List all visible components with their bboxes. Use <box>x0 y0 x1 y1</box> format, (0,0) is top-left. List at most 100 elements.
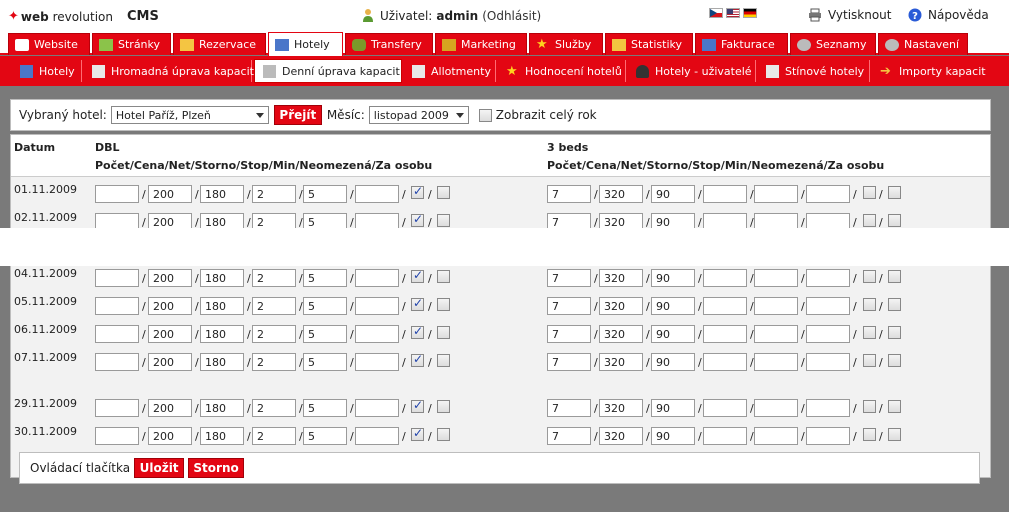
whole-year-checkbox[interactable] <box>478 108 492 122</box>
tb-stop-input[interactable] <box>754 269 798 287</box>
dbl-price-input[interactable]: 200 <box>148 325 192 343</box>
help-link[interactable]: ? Nápověda <box>908 8 989 22</box>
tb-count-input[interactable]: 7 <box>547 399 591 417</box>
tab-nastaveni[interactable]: Nastavení <box>878 33 968 55</box>
dbl-net-input[interactable]: 180 <box>200 353 244 371</box>
tb-min-input[interactable] <box>806 185 850 203</box>
tab-website[interactable]: Website <box>8 33 90 55</box>
tb-min-input[interactable] <box>806 399 850 417</box>
tb-net-input[interactable]: 90 <box>651 325 695 343</box>
dbl-min-input[interactable] <box>355 427 399 445</box>
dbl-storno-input[interactable]: 2 <box>252 427 296 445</box>
tb-stop-input[interactable] <box>754 427 798 445</box>
dbl-unlimited-checkbox[interactable] <box>411 184 424 199</box>
tb-price-input[interactable]: 320 <box>599 269 643 287</box>
tb-unlimited-checkbox[interactable] <box>863 214 876 227</box>
tb-net-input[interactable]: 90 <box>651 185 695 203</box>
tb-per-person-checkbox[interactable] <box>888 428 901 441</box>
de-flag-icon[interactable] <box>743 8 757 18</box>
dbl-unlimited-checkbox[interactable] <box>411 324 424 339</box>
dbl-count-input[interactable] <box>95 427 139 445</box>
tb-stop-input[interactable] <box>754 325 798 343</box>
dbl-count-input[interactable] <box>95 269 139 287</box>
tb-per-person-checkbox[interactable] <box>888 270 901 283</box>
subtab-hotely[interactable]: Hotely <box>12 60 82 82</box>
tb-unlimited-checkbox[interactable] <box>863 298 876 311</box>
dbl-net-input[interactable]: 180 <box>200 269 244 287</box>
dbl-net-input[interactable]: 180 <box>200 427 244 445</box>
tb-count-input[interactable]: 7 <box>547 269 591 287</box>
dbl-storno-input[interactable]: 2 <box>252 325 296 343</box>
tb-net-input[interactable]: 90 <box>651 353 695 371</box>
dbl-stop-input[interactable]: 5 <box>303 269 347 287</box>
tb-stop-input[interactable] <box>754 353 798 371</box>
save-button[interactable]: Uložit <box>134 458 185 478</box>
dbl-stop-input[interactable]: 5 <box>303 399 347 417</box>
cz-flag-icon[interactable] <box>709 8 723 18</box>
tb-unlimited-checkbox[interactable] <box>863 186 876 199</box>
tab-sluzby[interactable]: ★ Služby <box>529 33 603 55</box>
tb-unlimited-checkbox[interactable] <box>863 326 876 339</box>
dbl-min-input[interactable] <box>355 399 399 417</box>
month-select[interactable]: listopad 2009 <box>368 106 469 124</box>
subtab-hromadna-uprava[interactable]: Hromadná úprava kapacit <box>84 60 254 82</box>
subtab-stinove-hotely[interactable]: Stínové hotely <box>758 60 870 82</box>
logout-link[interactable]: (Odhlásit) <box>482 9 541 23</box>
tb-storno-input[interactable] <box>703 325 747 343</box>
tb-count-input[interactable]: 7 <box>547 353 591 371</box>
dbl-stop-input[interactable]: 5 <box>303 185 347 203</box>
tb-net-input[interactable]: 90 <box>651 269 695 287</box>
tab-seznamy[interactable]: Seznamy <box>790 33 876 55</box>
tab-hotely[interactable]: Hotely <box>268 32 343 56</box>
dbl-storno-input[interactable]: 2 <box>252 297 296 315</box>
dbl-unlimited-checkbox[interactable] <box>411 426 424 441</box>
tab-fakturace[interactable]: Fakturace <box>695 33 788 55</box>
subtab-allotmenty[interactable]: Allotmenty <box>404 60 496 82</box>
dbl-per-person-checkbox[interactable] <box>437 298 450 311</box>
tb-net-input[interactable]: 90 <box>651 399 695 417</box>
tb-price-input[interactable]: 320 <box>599 427 643 445</box>
tb-per-person-checkbox[interactable] <box>888 186 901 199</box>
subtab-hotely-uzivatele[interactable]: Hotely - uživatelé <box>628 60 756 82</box>
tb-price-input[interactable]: 320 <box>599 297 643 315</box>
tb-stop-input[interactable] <box>754 399 798 417</box>
tb-net-input[interactable]: 90 <box>651 427 695 445</box>
subtab-denni-uprava[interactable]: Denní úprava kapacit <box>254 59 402 83</box>
dbl-count-input[interactable] <box>95 297 139 315</box>
tb-per-person-checkbox[interactable] <box>888 400 901 413</box>
tab-stranky[interactable]: Stránky <box>92 33 171 55</box>
dbl-price-input[interactable]: 200 <box>148 427 192 445</box>
tb-min-input[interactable] <box>806 297 850 315</box>
dbl-per-person-checkbox[interactable] <box>437 400 450 413</box>
tb-count-input[interactable]: 7 <box>547 325 591 343</box>
tb-min-input[interactable] <box>806 325 850 343</box>
tb-net-input[interactable]: 90 <box>651 297 695 315</box>
tb-storno-input[interactable] <box>703 297 747 315</box>
hotel-select[interactable]: Hotel Paříž, Plzeň <box>110 106 269 124</box>
dbl-net-input[interactable]: 180 <box>200 325 244 343</box>
dbl-unlimited-checkbox[interactable] <box>411 212 424 227</box>
tb-stop-input[interactable] <box>754 297 798 315</box>
dbl-price-input[interactable]: 200 <box>148 185 192 203</box>
tb-per-person-checkbox[interactable] <box>888 326 901 339</box>
tb-per-person-checkbox[interactable] <box>888 214 901 227</box>
tab-transfery[interactable]: Transfery <box>345 33 433 55</box>
dbl-storno-input[interactable]: 2 <box>252 353 296 371</box>
dbl-storno-input[interactable]: 2 <box>252 185 296 203</box>
tb-storno-input[interactable] <box>703 353 747 371</box>
dbl-price-input[interactable]: 200 <box>148 297 192 315</box>
tb-unlimited-checkbox[interactable] <box>863 428 876 441</box>
dbl-storno-input[interactable]: 2 <box>252 269 296 287</box>
tb-unlimited-checkbox[interactable] <box>863 400 876 413</box>
tb-count-input[interactable]: 7 <box>547 185 591 203</box>
dbl-count-input[interactable] <box>95 353 139 371</box>
tb-min-input[interactable] <box>806 427 850 445</box>
tab-marketing[interactable]: Marketing <box>435 33 527 55</box>
dbl-min-input[interactable] <box>355 269 399 287</box>
tb-min-input[interactable] <box>806 269 850 287</box>
tb-price-input[interactable]: 320 <box>599 185 643 203</box>
dbl-per-person-checkbox[interactable] <box>437 326 450 339</box>
dbl-price-input[interactable]: 200 <box>148 353 192 371</box>
dbl-count-input[interactable] <box>95 185 139 203</box>
dbl-min-input[interactable] <box>355 185 399 203</box>
